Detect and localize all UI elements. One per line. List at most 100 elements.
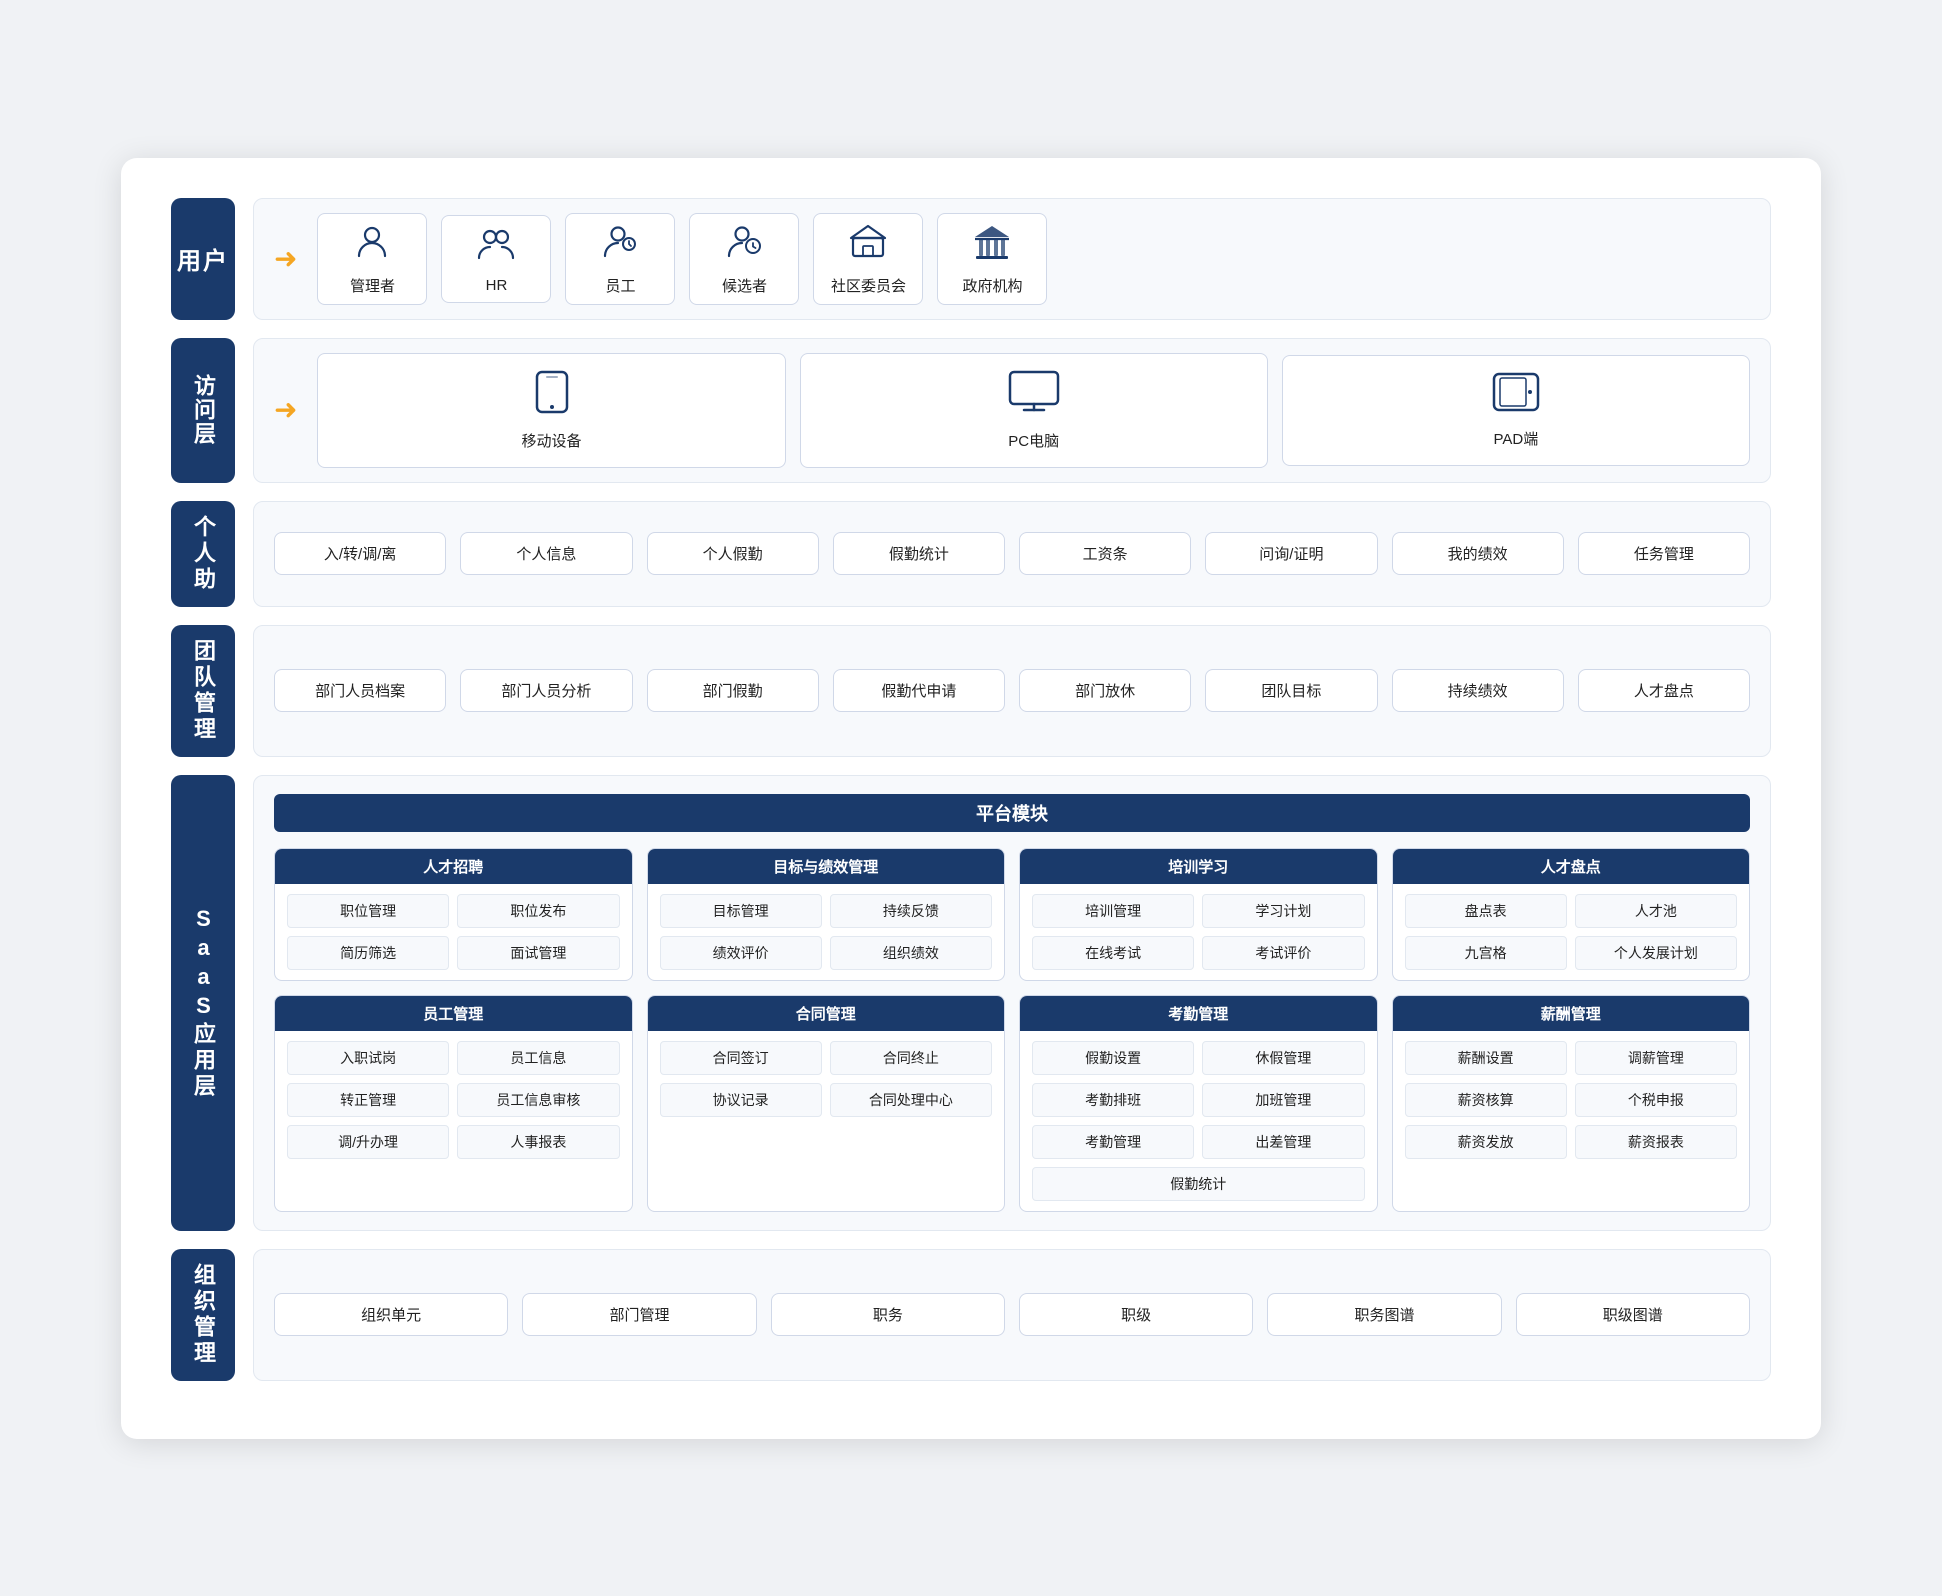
access-row-label: 访问层 [171,338,235,483]
access-arrow-icon: ➜ [274,396,297,424]
personal-row-label: 个人助 [171,501,235,607]
team-item-1: 部门人员分析 [460,669,632,712]
saas-row-label: SaaS应用层 [171,775,235,1231]
talent-review-item-2: 九宫格 [1405,936,1567,970]
training-item-2: 在线考试 [1032,936,1194,970]
org-item-2: 职务 [771,1293,1005,1336]
employee-mgmt-item-2: 转正管理 [287,1083,449,1117]
performance-item-0: 目标管理 [660,894,822,928]
hr-label: HR [486,277,508,294]
user-arrow: ➜ [274,245,297,273]
module-contract-body: 合同签订 合同终止 协议记录 合同处理中心 [648,1031,1005,1127]
contract-item-1: 合同终止 [830,1041,992,1075]
module-attendance-header: 考勤管理 [1020,996,1377,1031]
module-contract: 合同管理 合同签订 合同终止 协议记录 合同处理中心 [647,995,1006,1212]
government-label: 政府机构 [962,275,1022,296]
personal-item-4: 工资条 [1019,532,1191,575]
salary-item-1: 调薪管理 [1575,1041,1737,1075]
org-item-3: 职级 [1019,1293,1253,1336]
performance-item-2: 绩效评价 [660,936,822,970]
module-salary-header: 薪酬管理 [1393,996,1750,1031]
user-item-hr: HR [441,215,551,303]
org-item-0: 组织单元 [274,1293,508,1336]
training-item-0: 培训管理 [1032,894,1194,928]
personal-item-3: 假勤统计 [833,532,1005,575]
access-arrow: ➜ [274,396,297,424]
platform-title: 平台模块 [274,794,1750,832]
attendance-item-1: 休假管理 [1202,1041,1364,1075]
team-item-6: 持续绩效 [1392,669,1564,712]
module-performance-header: 目标与绩效管理 [648,849,1005,884]
saas-row: SaaS应用层 平台模块 人才招聘 职位管理 职位发布 简历筛选 面试管理 [171,775,1771,1231]
recruitment-item-1: 职位发布 [457,894,619,928]
candidate-icon [725,222,763,269]
government-icon [973,222,1011,269]
attendance-item-4: 考勤管理 [1032,1125,1194,1159]
community-icon [849,222,887,269]
org-row-label: 组织管理 [171,1249,235,1381]
org-row-content: 组织单元 部门管理 职务 职级 职务图谱 职级图谱 [253,1249,1771,1381]
org-item-5: 职级图谱 [1516,1293,1750,1336]
personal-row-content: 入/转/调/离 个人信息 个人假勤 假勤统计 工资条 问询/证明 我的绩效 任务… [253,501,1771,607]
module-talent-review-header: 人才盘点 [1393,849,1750,884]
employee-mgmt-item-5: 人事报表 [457,1125,619,1159]
mobile-icon [534,370,570,424]
admin-label: 管理者 [350,275,395,296]
training-item-3: 考试评价 [1202,936,1364,970]
pc-label: PC电脑 [1008,430,1059,451]
module-attendance-body: 假勤设置 休假管理 考勤排班 加班管理 考勤管理 出差管理 假勤统计 [1020,1031,1377,1211]
access-row: 访问层 ➜ 移动设备 [171,338,1771,483]
module-performance-body: 目标管理 持续反馈 绩效评价 组织绩效 [648,884,1005,980]
personal-item-6: 我的绩效 [1392,532,1564,575]
performance-item-1: 持续反馈 [830,894,992,928]
user-item-community: 社区委员会 [813,213,923,305]
desktop-icon [1008,370,1060,424]
contract-item-3: 合同处理中心 [830,1083,992,1117]
talent-review-item-0: 盘点表 [1405,894,1567,928]
performance-item-3: 组织绩效 [830,936,992,970]
module-recruitment-body: 职位管理 职位发布 简历筛选 面试管理 [275,884,632,980]
employee-mgmt-item-0: 入职试岗 [287,1041,449,1075]
contract-item-2: 协议记录 [660,1083,822,1117]
salary-item-0: 薪酬设置 [1405,1041,1567,1075]
arrow-icon: ➜ [274,245,297,273]
org-item-1: 部门管理 [522,1293,756,1336]
team-row-content: 部门人员档案 部门人员分析 部门假勤 假勤代申请 部门放休 团队目标 持续绩效 … [253,625,1771,757]
org-item-4: 职务图谱 [1267,1293,1501,1336]
access-pad: PAD端 [1282,355,1750,466]
module-training-header: 培训学习 [1020,849,1377,884]
recruitment-item-2: 简历筛选 [287,936,449,970]
module-salary-body: 薪酬设置 调薪管理 薪资核算 个税申报 薪资发放 薪资报表 [1393,1031,1750,1169]
team-row-label: 团队管理 [171,625,235,757]
team-item-2: 部门假勤 [647,669,819,712]
attendance-item-3: 加班管理 [1202,1083,1364,1117]
team-item-7: 人才盘点 [1578,669,1750,712]
hr-icon [477,224,515,271]
tablet-icon [1492,372,1540,422]
salary-item-4: 薪资发放 [1405,1125,1567,1159]
employee-label: 员工 [605,275,635,296]
mobile-label: 移动设备 [522,430,582,451]
user-row-label: 用户 [171,198,235,320]
attendance-item-2: 考勤排班 [1032,1083,1194,1117]
user-item-candidate: 候选者 [689,213,799,305]
module-recruitment-header: 人才招聘 [275,849,632,884]
user-row: 用户 ➜ 管理者 [171,198,1771,320]
team-row: 团队管理 部门人员档案 部门人员分析 部门假勤 假勤代申请 部门放休 团队目标 … [171,625,1771,757]
user-item-government: 政府机构 [937,213,1047,305]
module-contract-header: 合同管理 [648,996,1005,1031]
personal-item-0: 入/转/调/离 [274,532,446,575]
personal-item-1: 个人信息 [460,532,632,575]
user-item-employee: 员工 [565,213,675,305]
community-label: 社区委员会 [831,275,906,296]
saas-content: 平台模块 人才招聘 职位管理 职位发布 简历筛选 面试管理 目标与绩效管理 [253,775,1771,1231]
personal-item-2: 个人假勤 [647,532,819,575]
employee-mgmt-item-1: 员工信息 [457,1041,619,1075]
training-item-1: 学习计划 [1202,894,1364,928]
module-salary: 薪酬管理 薪酬设置 调薪管理 薪资核算 个税申报 薪资发放 薪资报表 [1392,995,1751,1212]
attendance-item-0: 假勤设置 [1032,1041,1194,1075]
recruitment-item-3: 面试管理 [457,936,619,970]
team-item-3: 假勤代申请 [833,669,1005,712]
module-talent-review-body: 盘点表 人才池 九宫格 个人发展计划 [1393,884,1750,980]
org-row: 组织管理 组织单元 部门管理 职务 职级 职务图谱 职级图谱 [171,1249,1771,1381]
